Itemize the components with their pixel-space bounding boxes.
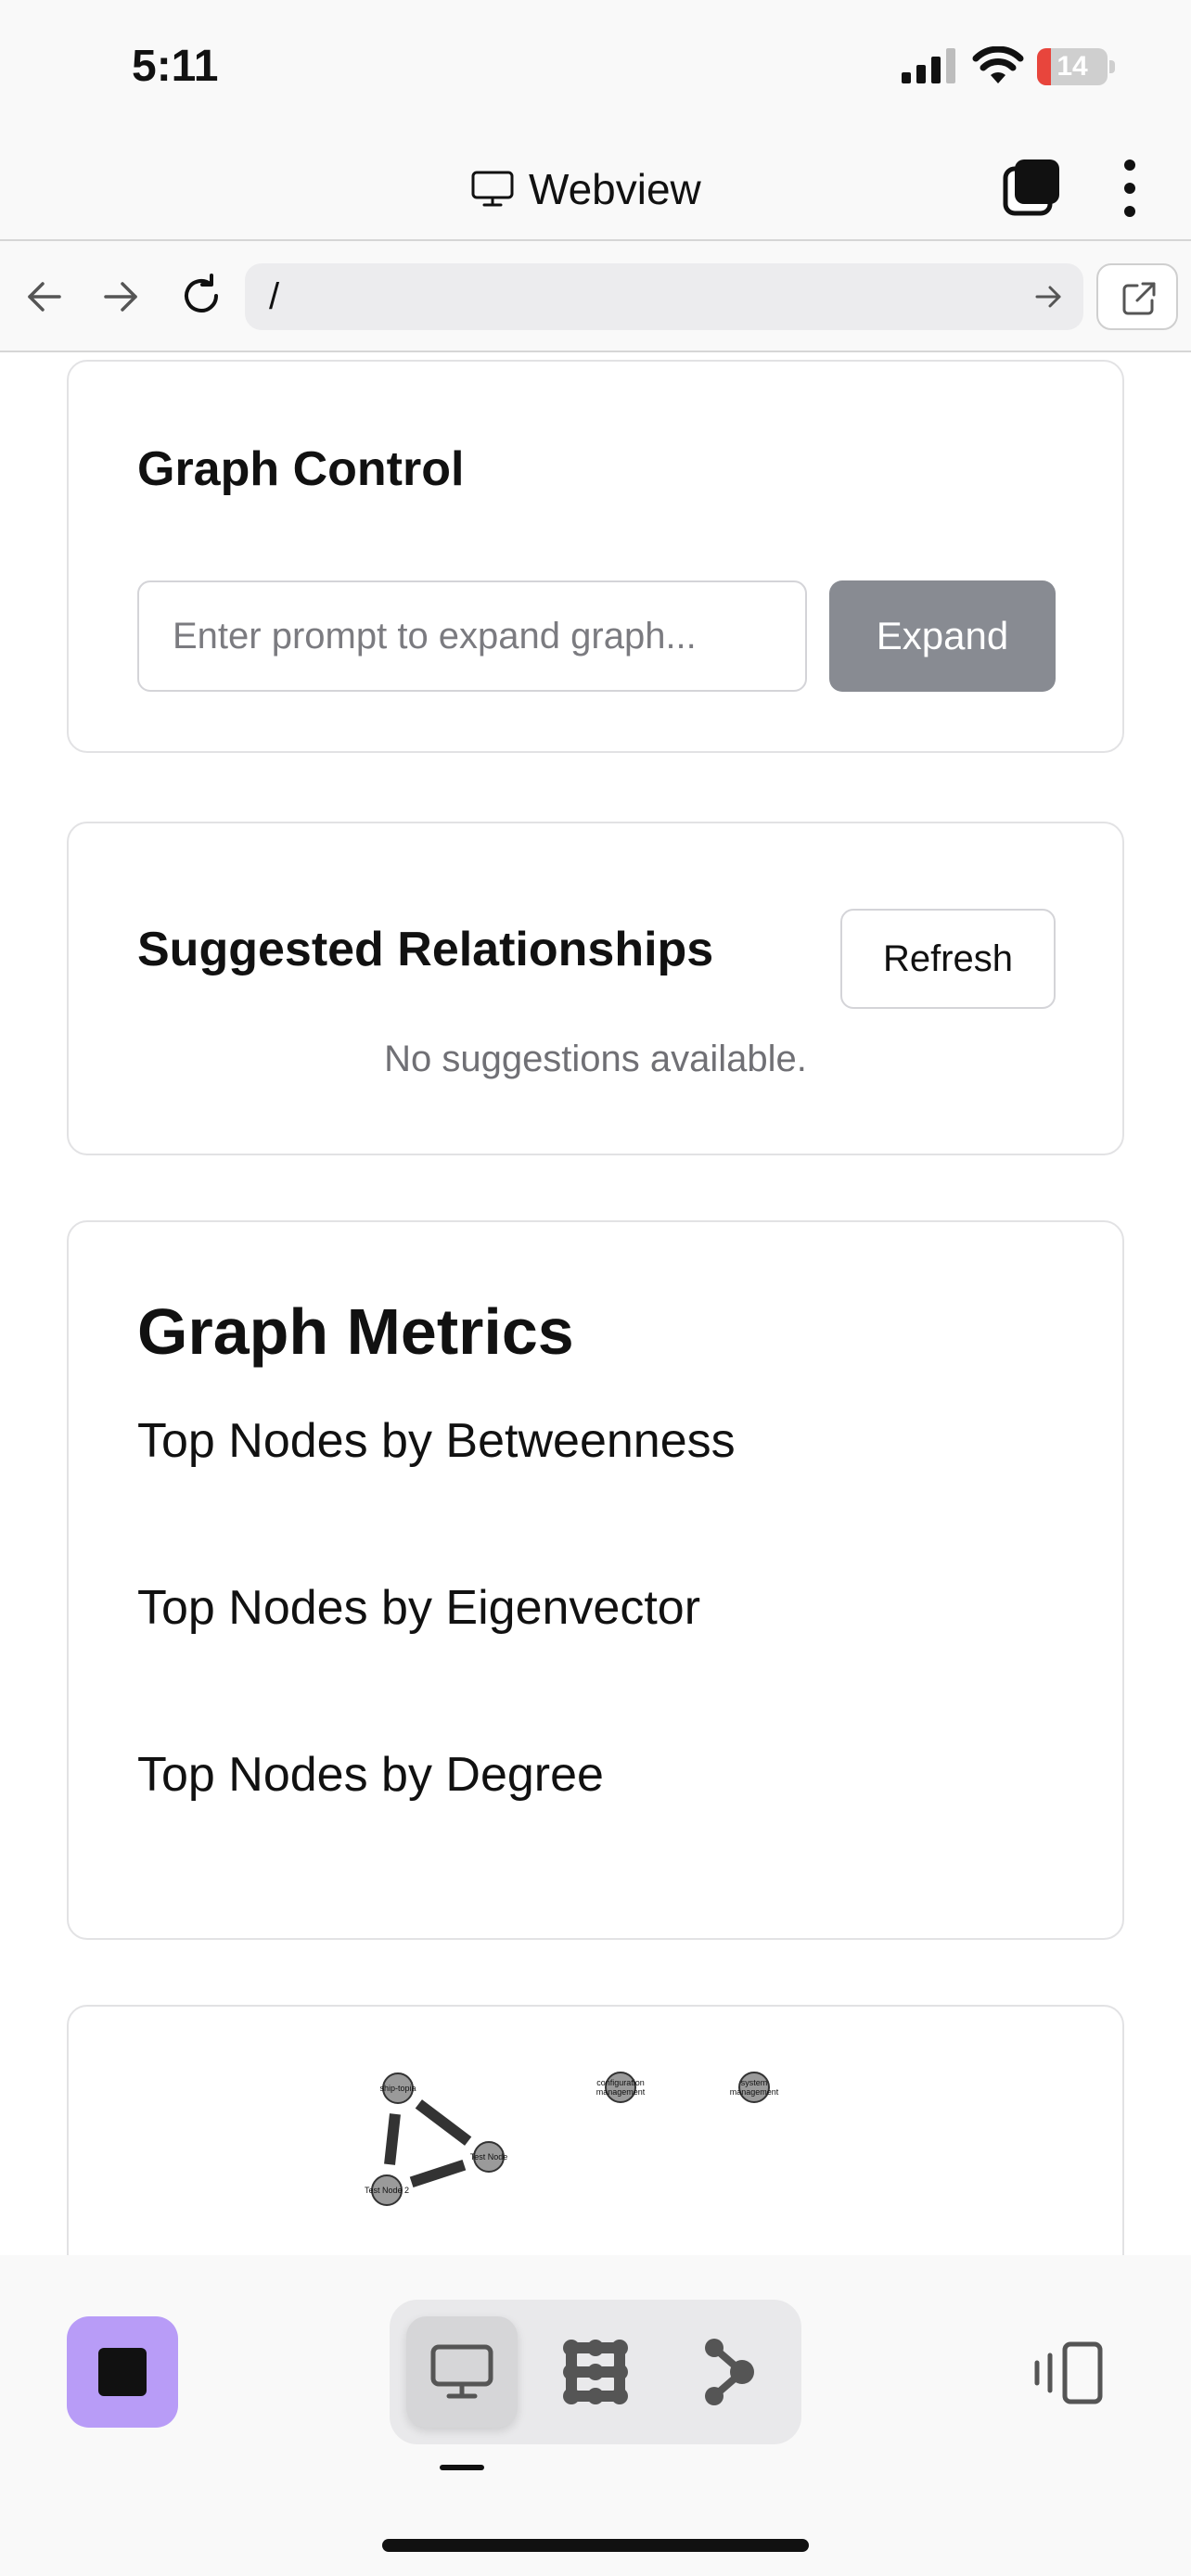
status-time: 5:11 [132,42,219,91]
webview-title-text: Webview [529,165,701,213]
bottom-toolbar [0,2255,1191,2576]
arrow-right-icon[interactable] [1033,282,1063,312]
suggested-relationships-card: Suggested Relationships Refresh No sugge… [67,822,1124,1155]
webview-title-bar: Webview [0,139,1191,241]
url-text[interactable]: / [269,276,279,318]
url-field[interactable]: / [245,263,1083,330]
mode-graph-button[interactable] [673,2316,785,2428]
tabs-icon[interactable] [1002,158,1061,217]
graph-node-label: Test Node [470,2152,508,2162]
graph-control-title: Graph Control [137,442,465,496]
stop-button[interactable] [67,2316,178,2428]
graph-node-system-management[interactable]: systemmanagement [730,2072,779,2103]
view-mode-switcher [390,2300,801,2444]
monitor-icon [471,171,514,207]
graph-node-test-node-2[interactable]: Test Node 2 [365,2174,409,2206]
degree-heading: Top Nodes by Degree [137,1748,604,1802]
more-vertical-icon[interactable] [1119,156,1141,221]
betweenness-heading: Top Nodes by Betweenness [137,1414,736,1468]
eigenvector-heading: Top Nodes by Eigenvector [137,1581,701,1635]
graph-metrics-title: Graph Metrics [137,1295,574,1368]
mode-desktop-button[interactable] [406,2316,518,2428]
graph-node-label: Test Node 2 [365,2186,409,2195]
graph-visualization-card: ship-topia Test Node Test Node 2 configurat… [67,2005,1124,2255]
suggested-relationships-title: Suggested Relationships [137,923,714,976]
graph-edge-ship-topia-test-node [415,2099,472,2146]
url-bar: / [0,241,1191,352]
graph-node-ship-topia[interactable]: ship-topia [379,2072,416,2104]
empty-suggestions-message: No suggestions available. [384,1039,807,1079]
battery-level: 14 [1057,51,1088,82]
graph-canvas[interactable]: ship-topia Test Node Test Node 2 configurat… [69,2007,1122,2255]
graph-control-card: Graph Control Expand [67,360,1124,753]
arrow-right-icon[interactable] [100,276,141,317]
battery-indicator: 14 [1037,48,1115,85]
webview-content: Graph Control Expand Suggested Relations… [0,354,1191,2255]
graph-node-label: management [730,2087,779,2097]
external-link-icon [1122,282,1156,315]
graph-node-label: ship-topia [379,2084,416,2093]
mode-grid-button[interactable] [540,2316,651,2428]
webview-title: Webview [471,161,701,217]
graph-edge-ship-topia-test-node-2 [384,2113,401,2165]
grid-icon [563,2340,628,2404]
stop-icon [98,2348,147,2396]
graph-node-configuration-management[interactable]: configurationmanagement [596,2072,646,2103]
cellular-signal-icon [902,48,955,83]
prompt-input[interactable] [137,580,807,692]
monitor-icon [430,2344,493,2399]
expand-button[interactable]: Expand [829,580,1056,692]
selected-mode-indicator [440,2465,484,2470]
graph-node-label: management [596,2087,646,2097]
graph-icon [705,2339,754,2405]
arrow-left-icon[interactable] [24,276,65,317]
open-external-button[interactable] [1096,263,1178,330]
device-switch-icon[interactable] [1033,2339,1104,2407]
reload-icon[interactable] [178,273,224,319]
graph-edge-test-node-2-test-node [409,2160,467,2187]
home-indicator [382,2539,809,2552]
graph-node-test-node[interactable]: Test Node [470,2141,508,2173]
graph-metrics-card: Graph Metrics Top Nodes by Betweenness T… [67,1220,1124,1940]
graph-node-label: configuration [596,2078,645,2087]
status-bar: 5:11 14 [0,0,1191,139]
wifi-icon [972,46,1024,83]
graph-node-label: system [741,2078,768,2087]
refresh-button[interactable]: Refresh [840,909,1056,1009]
